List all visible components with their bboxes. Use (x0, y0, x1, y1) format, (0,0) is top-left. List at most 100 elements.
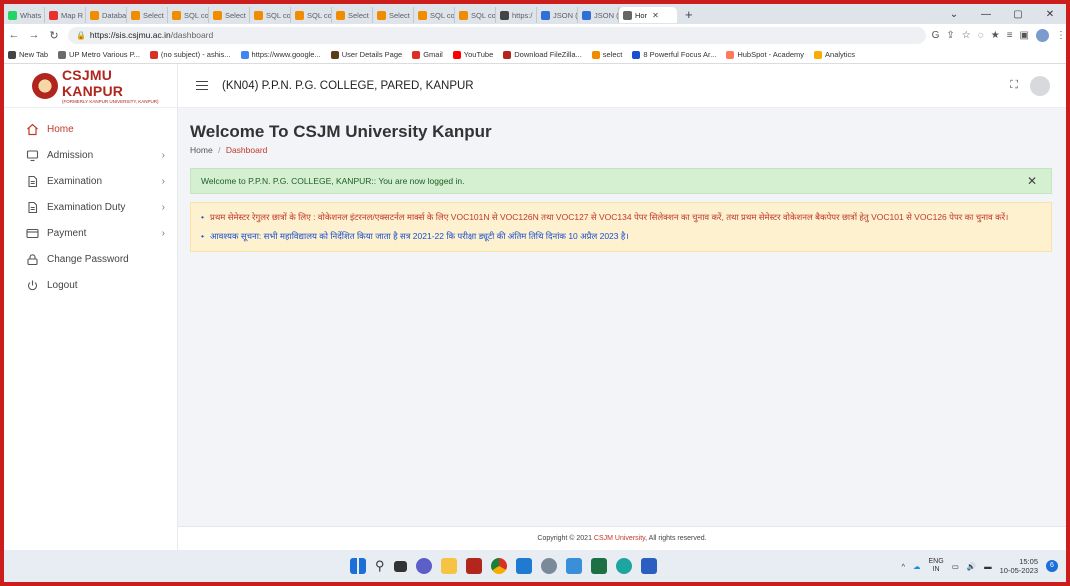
search-icon[interactable]: ⚲ (375, 558, 385, 574)
back-icon[interactable]: ← (4, 29, 24, 41)
file-explorer-icon[interactable] (440, 558, 457, 574)
reload-icon[interactable]: ↻ (44, 29, 64, 42)
taskbar-apps: ⚲ (350, 558, 657, 574)
browser-tab[interactable]: Whats (4, 7, 45, 23)
university-logo[interactable]: CSJMU KANPUR (FORMERLY KANPUR UNIVERSITY… (4, 64, 177, 108)
notification-badge[interactable]: 6 (1046, 560, 1058, 572)
url-path: /dashboard (170, 30, 214, 40)
close-tab-icon[interactable]: ✕ (652, 11, 659, 20)
share-icon[interactable]: ⇪ (946, 30, 954, 41)
browser-tab[interactable]: Select (209, 7, 250, 23)
browser-tab[interactable]: SQL co (250, 7, 291, 23)
browser-tab[interactable]: JSON ( (537, 7, 578, 23)
edge-icon[interactable] (615, 558, 632, 574)
fullscreen-icon[interactable]: ⛶ (1010, 79, 1018, 92)
settings-icon[interactable] (540, 558, 557, 574)
bookmark-item[interactable]: https://www.google... (240, 50, 321, 59)
paint-icon[interactable] (565, 558, 582, 574)
maximize-icon[interactable]: ▢ (1002, 9, 1034, 20)
footer: Copyright © 2021 CSJM University, All ri… (178, 526, 1066, 550)
clock[interactable]: 15:05 10-05-2023 (1000, 557, 1038, 576)
browser-tab[interactable]: SQL co (291, 7, 332, 23)
close-window-icon[interactable]: ✕ (1034, 9, 1066, 20)
word-icon[interactable] (640, 558, 657, 574)
bookmark-label: Download FileZilla... (514, 50, 582, 59)
tab-favicon-icon (336, 10, 345, 20)
sidebar-item-home[interactable]: Home (4, 116, 177, 142)
bookmark-item[interactable]: YouTube (452, 50, 493, 59)
bookmark-favicon-icon (8, 50, 16, 59)
sidebar-item-examination[interactable]: Examination › (4, 168, 177, 194)
browser-tab[interactable]: SQL co (414, 7, 455, 23)
bookmark-item[interactable]: 8 Powerful Focus Ar... (632, 50, 716, 59)
browser-tab[interactable]: Select (373, 7, 414, 23)
side-panel-icon[interactable]: ▣ (1020, 30, 1029, 41)
sidebar-item-admission[interactable]: Admission › (4, 142, 177, 168)
bookmark-item[interactable]: Download FileZilla... (503, 50, 582, 59)
browser-tab[interactable]: Select (332, 7, 373, 23)
reading-list-icon[interactable]: ≡ (1007, 30, 1013, 41)
bookmark-item[interactable]: User Details Page (330, 50, 402, 59)
network-icon[interactable]: ▭ (952, 562, 959, 571)
bookmark-star-icon[interactable]: ☆ (962, 30, 971, 41)
language-indicator[interactable]: ENG IN (929, 558, 944, 575)
windows-start-icon[interactable] (350, 558, 366, 574)
minimize-icon[interactable]: — (970, 9, 1002, 20)
tab-favicon-icon (623, 10, 632, 20)
tab-label: SQL co (430, 10, 455, 20)
weather-icon[interactable]: ☁ (913, 562, 921, 571)
bookmark-item[interactable]: New Tab (8, 50, 48, 59)
battery-icon[interactable]: ▬ (984, 562, 992, 571)
chrome-icon[interactable] (490, 558, 507, 574)
logo-subtitle: (FORMERLY KANPUR UNIVERSITY, KANPUR) (62, 99, 159, 104)
bookmark-item[interactable]: Gmail (412, 50, 443, 59)
bookmark-favicon-icon (503, 50, 512, 59)
user-avatar[interactable] (1030, 75, 1050, 96)
browser-tab[interactable]: SQL co (455, 7, 496, 23)
chevron-right-icon: › (161, 149, 165, 161)
excel-icon[interactable] (590, 558, 607, 574)
browser-tab[interactable]: Hor ✕ (619, 7, 677, 23)
google-lens-icon[interactable]: G (932, 30, 940, 41)
breadcrumb-separator: / (218, 145, 221, 155)
browser-tab[interactable]: Databa (86, 7, 127, 23)
profile-avatar[interactable] (1035, 28, 1049, 42)
extension-icon[interactable]: ◌ (978, 30, 984, 41)
browser-tab[interactable]: https:/ (496, 7, 537, 23)
new-tab-icon[interactable]: + (677, 7, 701, 22)
tray-overflow-icon[interactable]: ^ (901, 562, 905, 571)
browser-menu-icon[interactable]: ⋮ (1056, 30, 1066, 41)
bookmark-favicon-icon (412, 50, 421, 59)
browser-tab[interactable]: Select (127, 7, 168, 23)
forward-icon[interactable]: → (24, 29, 44, 41)
close-alert-icon[interactable]: ✕ (1027, 174, 1037, 188)
filezilla-icon[interactable] (465, 558, 482, 574)
bookmark-item[interactable]: (no subject) - ashis... (149, 50, 231, 59)
hamburger-menu-icon[interactable] (196, 78, 208, 93)
browser-tab[interactable]: SQL co (168, 7, 209, 23)
bookmark-favicon-icon (58, 50, 67, 59)
bookmark-item[interactable]: Analytics (814, 50, 855, 59)
volume-icon[interactable]: 🔊 (967, 562, 976, 571)
university-link[interactable]: CSJM University (594, 535, 645, 542)
bookmark-label: UP Metro Various P... (69, 50, 140, 59)
browser-tab[interactable]: Map R (45, 7, 86, 23)
sidebar-item-logout[interactable]: Logout (4, 272, 177, 298)
breadcrumb-home[interactable]: Home (190, 145, 213, 155)
chat-icon[interactable] (415, 558, 432, 574)
system-tray: ^ ☁ ENG IN ▭ 🔊 ▬ 15:05 10-05-2023 6 (901, 557, 1058, 576)
tab-favicon-icon (131, 10, 140, 20)
url-input[interactable]: 🔒 https://sis.csjmu.ac.in/dashboard (67, 26, 926, 44)
bookmark-item[interactable]: select (591, 50, 622, 59)
bookmark-item[interactable]: UP Metro Various P... (58, 50, 140, 59)
tab-search-icon[interactable]: ⌄ (938, 9, 970, 20)
task-view-icon[interactable] (393, 560, 407, 572)
vscode-icon[interactable] (515, 558, 532, 574)
browser-tab[interactable]: JSON ( (578, 7, 619, 23)
sidebar-item-payment[interactable]: Payment › (4, 220, 177, 246)
sidebar-item-examination-duty[interactable]: Examination Duty › (4, 194, 177, 220)
pinned-star-icon[interactable]: ★ (991, 30, 1000, 41)
sidebar-item-change-password[interactable]: Change Password (4, 246, 177, 272)
bookmark-item[interactable]: HubSpot - Academy (726, 50, 804, 59)
clock-time: 15:05 (1019, 556, 1038, 566)
